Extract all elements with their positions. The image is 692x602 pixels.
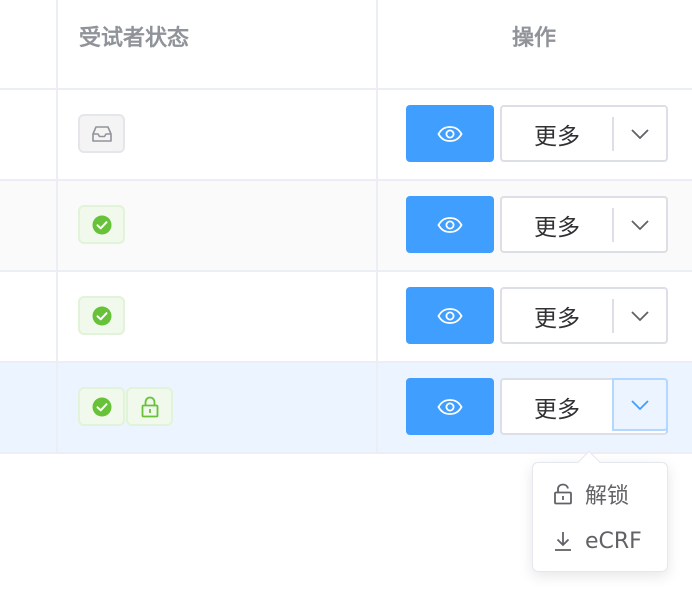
more-split-button: 更多 — [500, 287, 668, 344]
subjects-table: 受试者状态 操作 更多 更多 更多 更多 — [0, 0, 692, 454]
table-row: 更多 — [0, 90, 692, 181]
table-row: 更多 — [0, 181, 692, 272]
view-button[interactable] — [406, 196, 494, 253]
table-header-row: 受试者状态 操作 — [0, 0, 692, 90]
more-button[interactable]: 更多 — [502, 107, 612, 160]
status-tag-completed — [78, 387, 125, 426]
table-row: 更多 — [0, 363, 692, 454]
menu-item-unlock[interactable]: 解锁 — [553, 479, 629, 509]
inbox-icon — [91, 125, 112, 142]
dropdown-arrow — [577, 450, 601, 474]
check-circle-icon — [92, 397, 111, 416]
column-divider — [376, 0, 378, 454]
more-dropdown-toggle[interactable] — [614, 107, 666, 160]
more-split-button: 更多 — [500, 105, 668, 162]
eye-icon — [437, 216, 463, 233]
status-tag-completed — [78, 205, 125, 244]
chevron-down-icon — [631, 128, 649, 139]
more-dropdown-toggle[interactable] — [614, 289, 666, 342]
view-button[interactable] — [406, 105, 494, 162]
table-row: 更多 — [0, 272, 692, 363]
more-dropdown-toggle[interactable] — [612, 378, 668, 431]
chevron-down-icon — [631, 219, 649, 230]
view-button[interactable] — [406, 287, 494, 344]
chevron-down-icon — [631, 399, 649, 410]
menu-item-label: eCRF — [585, 528, 642, 554]
lock-icon — [141, 396, 158, 417]
column-header-subject-status: 受试者状态 — [79, 26, 190, 51]
more-button[interactable]: 更多 — [502, 380, 612, 433]
more-split-button: 更多 — [500, 378, 668, 435]
eye-icon — [437, 398, 463, 415]
status-tag-locked — [126, 387, 173, 426]
check-circle-icon — [92, 215, 111, 234]
more-button[interactable]: 更多 — [502, 289, 612, 342]
more-dropdown-menu: 解锁 eCRF — [532, 450, 668, 572]
unlock-icon — [554, 483, 572, 505]
chevron-down-icon — [631, 310, 649, 321]
check-circle-icon — [92, 306, 111, 325]
more-dropdown-toggle[interactable] — [614, 198, 666, 251]
view-button[interactable] — [406, 378, 494, 435]
more-button[interactable]: 更多 — [502, 198, 612, 251]
column-header-actions: 操作 — [511, 26, 556, 51]
eye-icon — [437, 125, 463, 142]
column-divider — [56, 0, 58, 454]
eye-icon — [437, 307, 463, 324]
status-tag-inbox — [78, 114, 125, 153]
menu-item-label: 解锁 — [585, 484, 630, 509]
menu-item-ecrf[interactable]: eCRF — [553, 526, 642, 556]
more-split-button: 更多 — [500, 196, 668, 253]
status-tag-completed — [78, 296, 125, 335]
download-icon — [555, 532, 571, 551]
